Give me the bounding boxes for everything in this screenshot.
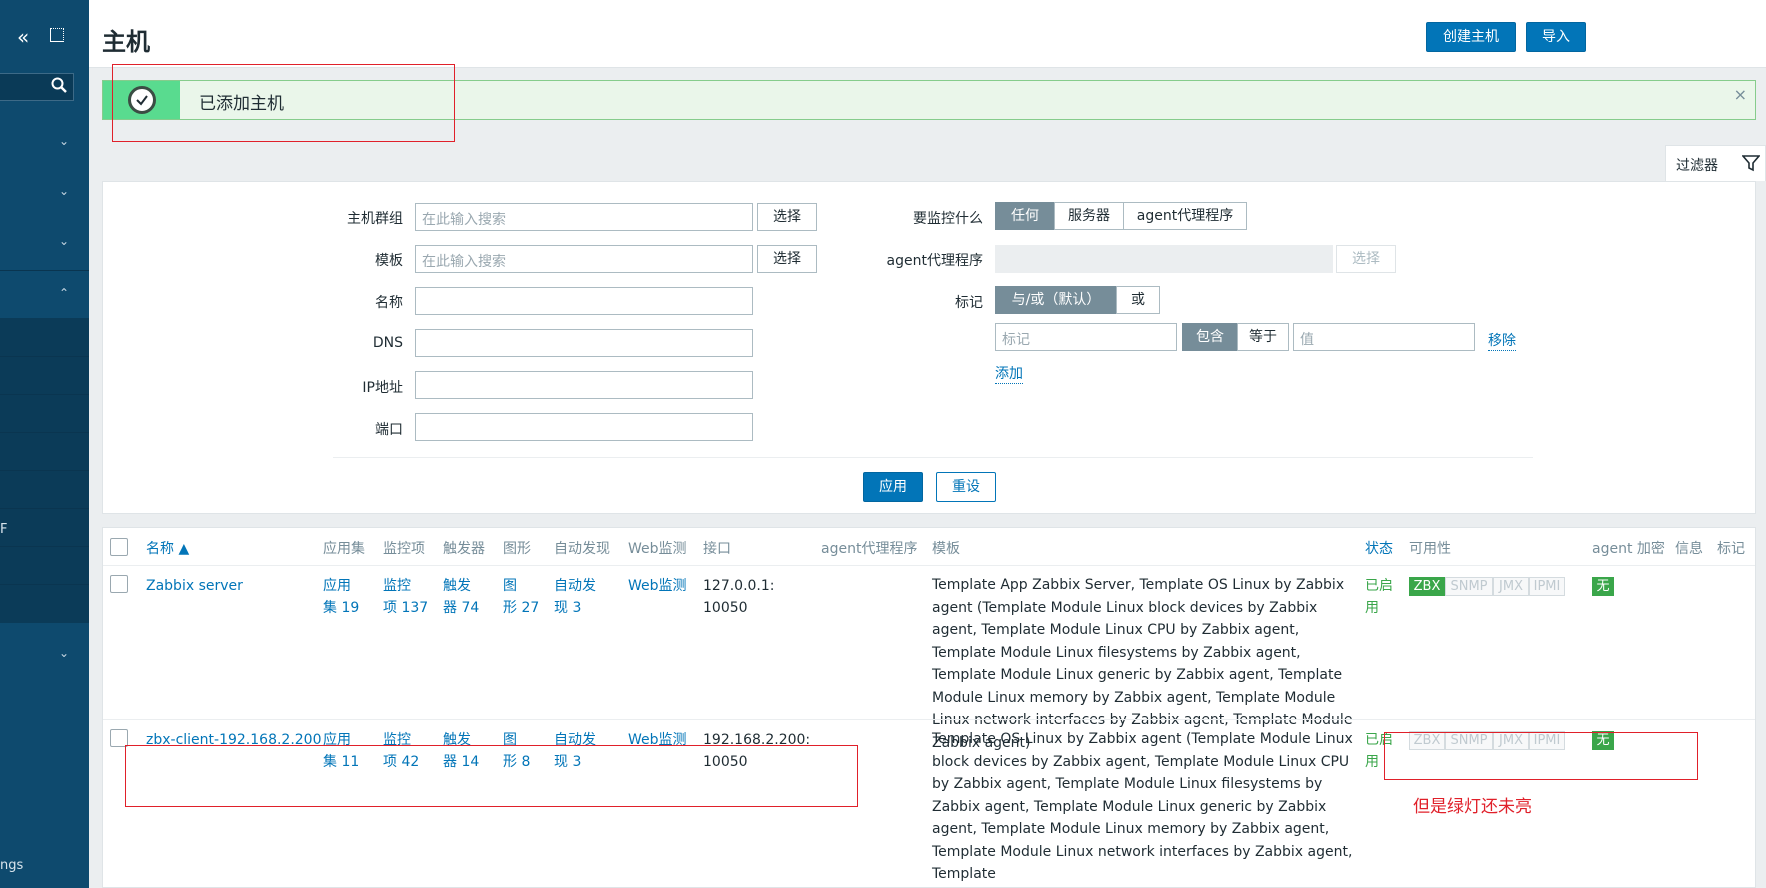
column-templates: 模板 (932, 541, 960, 557)
column-info: 信息 (1675, 541, 1703, 557)
monitored-by-label: 要监控什么 (913, 211, 983, 227)
proxy-label: agent代理程序 (886, 253, 983, 269)
select-all-checkbox[interactable] (110, 538, 128, 556)
sidebar-item-1-chevron-icon[interactable]: ⌄ (59, 134, 69, 148)
ip-input[interactable] (415, 371, 753, 399)
column-web: Web监测 (628, 541, 687, 557)
import-button[interactable]: 导入 (1526, 22, 1586, 52)
filter-divider (333, 457, 1533, 458)
column-items: 监控项 (383, 541, 425, 557)
apply-button[interactable]: 应用 (863, 472, 923, 502)
tag-op-equals[interactable]: 等于 (1237, 323, 1289, 351)
sidebar-item-2-chevron-icon[interactable]: ⌄ (59, 184, 69, 198)
column-applications: 应用集 (323, 541, 365, 557)
page-title: 主机 (102, 28, 150, 56)
column-interface: 接口 (703, 541, 731, 557)
discovery-link[interactable]: 自动发现 3 (554, 575, 596, 619)
template-select-button[interactable]: 选择 (757, 245, 817, 273)
encryption-none-badge: 无 (1592, 577, 1614, 596)
annotation-box-host-row (125, 745, 858, 807)
close-icon[interactable]: × (1734, 85, 1747, 104)
tag-add-link[interactable]: 添加 (995, 363, 1023, 384)
column-name[interactable]: 名称 ▲ (146, 538, 189, 558)
template-label: 模板 (375, 253, 403, 269)
hosts-table: 名称 ▲ 应用集 监控项 触发器 图形 自动发现 Web监测 接口 agent代… (102, 527, 1756, 888)
tag-value-input[interactable]: 值 (1293, 323, 1475, 351)
host-group-input[interactable]: 在此输入搜索 (415, 203, 753, 231)
availability-snmp-badge: SNMP (1445, 577, 1493, 596)
monitored-by-any[interactable]: 任何 (995, 202, 1055, 230)
host-group-label: 主机群组 (347, 211, 403, 227)
page-header: 主机 创建主机 导入 (89, 0, 1766, 68)
dns-input[interactable] (415, 329, 753, 357)
create-host-button[interactable]: 创建主机 (1426, 22, 1516, 52)
availability-zbx-badge: ZBX (1409, 577, 1445, 596)
column-discovery: 自动发现 (554, 541, 610, 557)
tag-op-contains[interactable]: 包含 (1182, 323, 1238, 351)
annotation-box-message (112, 64, 455, 142)
column-triggers: 触发器 (443, 541, 485, 557)
annotation-box-availability (1384, 732, 1698, 780)
template-input[interactable]: 在此输入搜索 (415, 245, 753, 273)
sidebar-item-5-chevron-icon[interactable]: ⌄ (59, 646, 69, 660)
templates-list[interactable]: Template OS Linux by Zabbix agent (Templ… (932, 728, 1362, 886)
status-enabled-link[interactable]: 已启用 (1365, 575, 1393, 619)
filter-panel: 主机群组 在此输入搜索 选择 模板 在此输入搜索 选择 名称 DNS IP地址 … (102, 181, 1756, 514)
filter-tab[interactable]: 过滤器 (1665, 145, 1766, 181)
row-checkbox[interactable] (110, 575, 128, 593)
sidebar-search-input[interactable] (0, 73, 74, 101)
name-input[interactable] (415, 287, 753, 315)
column-graphs: 图形 (503, 541, 531, 557)
column-status[interactable]: 状态 (1365, 538, 1393, 558)
templates-list[interactable]: Template App Zabbix Server, Template OS … (932, 574, 1362, 754)
sidebar: « ⌄ ⌄ ⌄ ⌃ F ⌄ ngs (0, 0, 89, 888)
dns-label: DNS (372, 335, 403, 351)
sidebar-submenu (0, 318, 89, 623)
sidebar-item-3-chevron-icon[interactable]: ⌄ (59, 234, 69, 248)
availability-jmx-badge: JMX (1493, 577, 1529, 596)
name-label: 名称 (375, 295, 403, 311)
host-group-select-button[interactable]: 选择 (757, 203, 817, 231)
annotation-text: 但是绿灯还未亮 (1413, 797, 1532, 817)
interface-value: 127.0.0.1: 10050 (703, 578, 775, 616)
port-label: 端口 (375, 422, 403, 438)
proxy-input (995, 245, 1333, 273)
tag-remove-link[interactable]: 移除 (1488, 330, 1516, 351)
proxy-select-button: 选择 (1336, 245, 1396, 273)
column-proxy: agent代理程序 (821, 541, 918, 557)
availability-ipmi-badge: IPMI (1529, 577, 1565, 596)
tags-label: 标记 (955, 295, 983, 311)
tags-eval-or[interactable]: 或 (1116, 286, 1160, 314)
monitored-by-proxy[interactable]: agent代理程序 (1123, 202, 1247, 230)
sidebar-item-text[interactable]: F (0, 522, 7, 537)
ip-label: IP地址 (362, 380, 403, 396)
search-icon[interactable] (51, 77, 67, 93)
tags-eval-and-or[interactable]: 与/或（默认） (995, 286, 1117, 314)
web-link[interactable]: Web监测 (628, 575, 687, 597)
filter-tab-label: 过滤器 (1676, 158, 1718, 174)
host-name-link[interactable]: Zabbix server (146, 575, 243, 597)
column-availability: 可用性 (1409, 541, 1451, 557)
filter-icon (1742, 155, 1760, 172)
triggers-link[interactable]: 触发器 74 (443, 575, 479, 619)
items-link[interactable]: 监控项 137 (383, 575, 428, 619)
sidebar-item-settings[interactable]: ngs (0, 858, 23, 873)
monitored-by-server[interactable]: 服务器 (1054, 202, 1124, 230)
popout-icon[interactable] (50, 28, 64, 42)
double-chevron-left-icon[interactable]: « (17, 25, 29, 49)
applications-link[interactable]: 应用集 19 (323, 575, 359, 619)
graphs-link[interactable]: 图形 27 (503, 575, 539, 619)
port-input[interactable] (415, 413, 753, 441)
sidebar-item-4-chevron-up-icon[interactable]: ⌃ (59, 286, 69, 300)
tag-name-input[interactable]: 标记 (995, 323, 1177, 351)
column-encryption: agent 加密 (1592, 541, 1665, 557)
reset-button[interactable]: 重设 (936, 472, 996, 502)
column-tags: 标记 (1717, 541, 1745, 557)
